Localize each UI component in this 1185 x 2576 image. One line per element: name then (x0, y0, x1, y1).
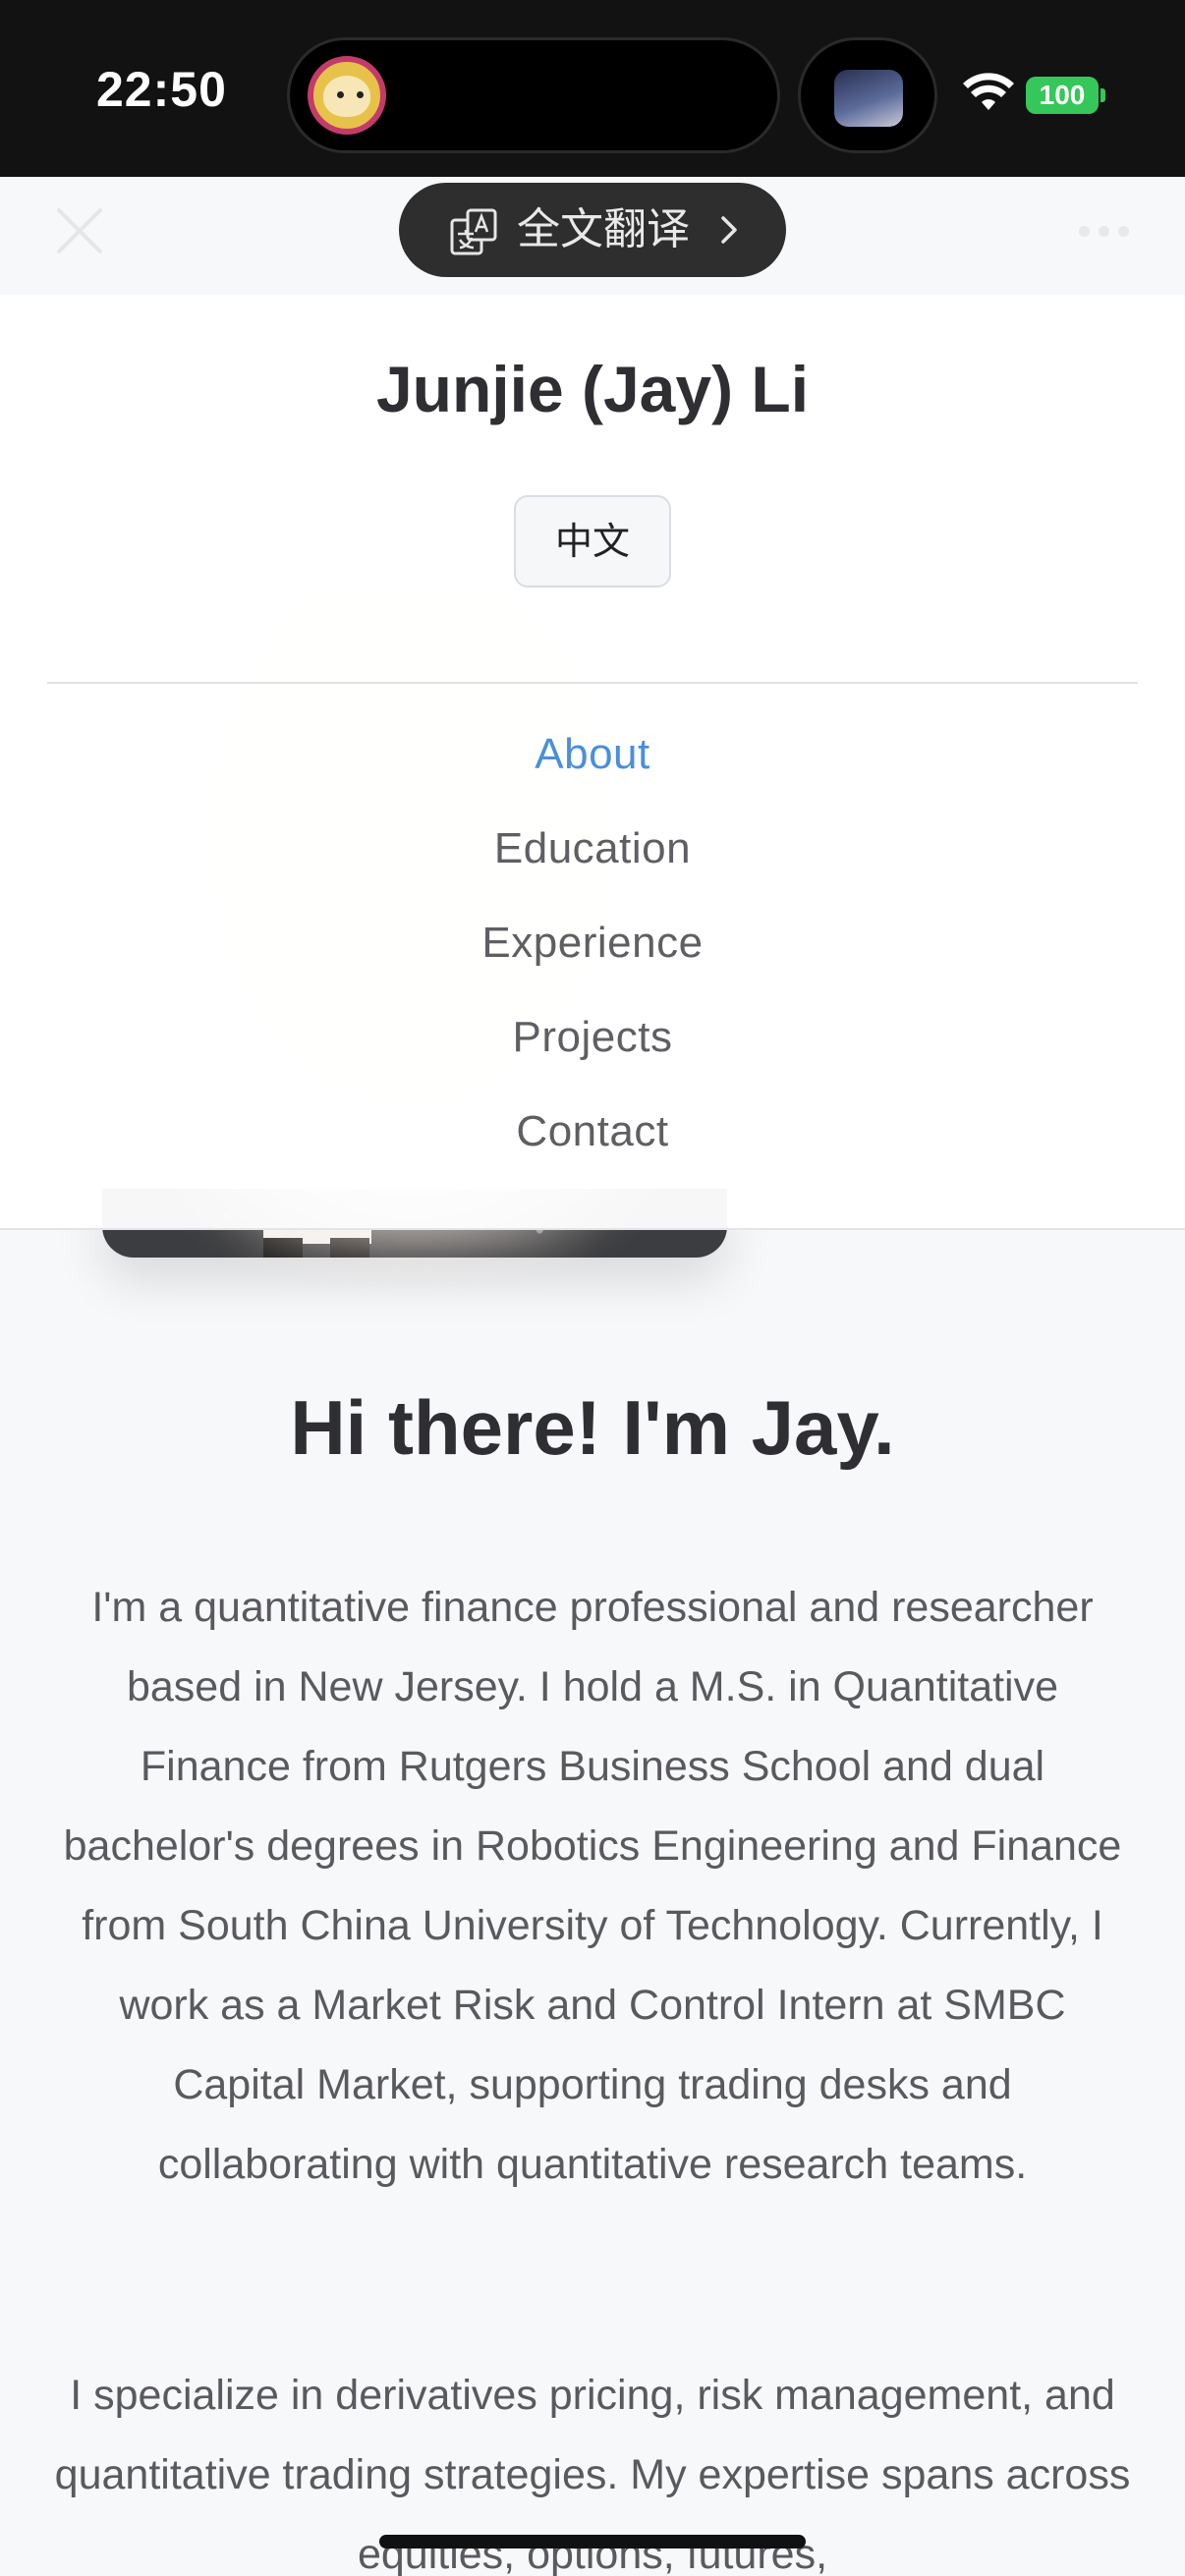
site-title[interactable]: Junjie (Jay) Li (0, 352, 1185, 426)
page: 22:50 100 全文翻译 Junjie (Jay) Li 中文 About … (0, 0, 1185, 2576)
full-text-translate-button[interactable]: 全文翻译 (399, 183, 786, 277)
nav-item-education[interactable]: Education (0, 802, 1185, 896)
wifi-icon (963, 73, 1014, 110)
more-options-icon[interactable] (1077, 218, 1132, 246)
greeting-heading: Hi there! I'm Jay. (290, 1384, 895, 1471)
media-thumbnail (834, 70, 903, 127)
main-nav: About Education Experience Projects Cont… (0, 707, 1185, 1179)
language-toggle-button[interactable]: 中文 (514, 495, 671, 588)
home-indicator[interactable] (379, 2535, 806, 2548)
live-activity-pill[interactable] (798, 37, 937, 153)
translate-label: 全文翻译 (517, 204, 690, 254)
nav-item-about[interactable]: About (0, 707, 1185, 802)
close-icon[interactable] (53, 204, 106, 257)
site-header: Junjie (Jay) Li 中文 About Education Exper… (0, 295, 1185, 1230)
battery-tip (1100, 88, 1105, 102)
nav-item-projects[interactable]: Projects (0, 990, 1185, 1085)
nav-item-experience[interactable]: Experience (0, 896, 1185, 990)
dynamic-island[interactable] (287, 37, 780, 153)
status-time: 22:50 (96, 62, 227, 117)
battery-indicator: 100 (1026, 77, 1099, 114)
about-paragraph: I'm a quantitative finance professional … (63, 1584, 1122, 2188)
header-divider (47, 682, 1138, 684)
nav-item-contact[interactable]: Contact (0, 1085, 1185, 1179)
translate-icon (450, 208, 497, 255)
status-bar: 22:50 100 全文翻译 (0, 0, 1185, 277)
doge-avatar-icon[interactable] (308, 56, 386, 135)
chevron-right-icon (721, 216, 737, 244)
